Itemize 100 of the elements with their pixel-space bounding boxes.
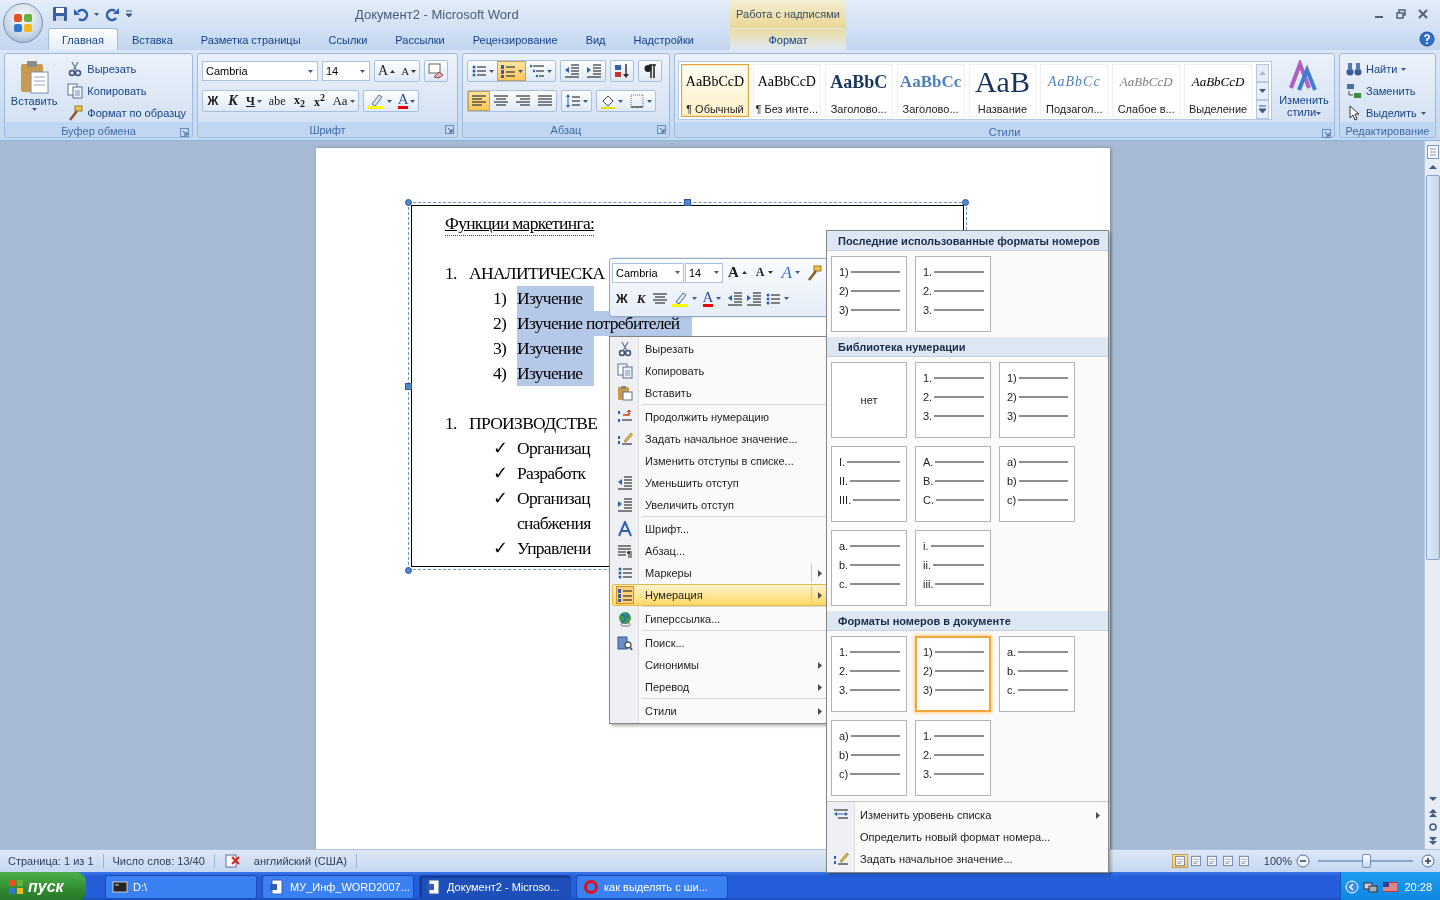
font-size-field[interactable]: 14 bbox=[322, 61, 370, 81]
number-format-tile[interactable]: a) b) c) bbox=[999, 446, 1075, 522]
menu-item[interactable]: Продолжить нумерацию bbox=[612, 406, 829, 428]
grow-font-button[interactable]: A bbox=[724, 261, 751, 284]
resize-handle[interactable] bbox=[684, 199, 691, 206]
caret-icon[interactable] bbox=[794, 271, 800, 274]
office-button[interactable] bbox=[3, 3, 43, 43]
close-icon[interactable] bbox=[1418, 9, 1428, 19]
style-item[interactable]: AaBbCc Заголово... bbox=[896, 64, 965, 117]
menu-item[interactable]: Уменьшить отступ bbox=[612, 472, 829, 494]
number-format-tile[interactable]: 1) 2) 3) bbox=[999, 362, 1075, 438]
caret-icon[interactable] bbox=[1401, 67, 1407, 71]
menu-item[interactable]: Задать начальное значение... bbox=[612, 428, 829, 450]
number-format-tile[interactable]: a. b. c. bbox=[831, 530, 907, 606]
menu-item[interactable]: Задать начальное значение... bbox=[827, 848, 1108, 870]
scrollbar-thumb[interactable] bbox=[1425, 175, 1440, 560]
caret-icon[interactable] bbox=[691, 297, 697, 300]
shrink-font-button[interactable]: A bbox=[751, 261, 777, 284]
style-item[interactable]: AaBbC Заголово... bbox=[824, 64, 893, 117]
zoom-out-icon[interactable] bbox=[1296, 854, 1310, 868]
ribbon-tab[interactable]: Рассылки bbox=[381, 28, 459, 50]
style-item[interactable]: AaBbCcD ¶ Без инте... bbox=[752, 64, 821, 117]
dialog-launcher-icon[interactable] bbox=[657, 125, 666, 134]
caret-icon[interactable] bbox=[308, 69, 313, 73]
font-name-field[interactable]: Cambria bbox=[202, 61, 318, 81]
italic-button[interactable]: К bbox=[223, 91, 243, 111]
dialog-launcher-icon[interactable] bbox=[1322, 129, 1331, 138]
caret-icon[interactable] bbox=[583, 99, 588, 103]
bold-button[interactable]: Ж bbox=[203, 91, 223, 111]
caret-icon[interactable] bbox=[647, 99, 652, 103]
caret-icon[interactable] bbox=[386, 99, 392, 103]
font-color-button[interactable]: A bbox=[698, 287, 726, 310]
number-format-tile[interactable]: 1. 2. 3. bbox=[831, 636, 907, 712]
menu-item[interactable]: Абзац... bbox=[612, 540, 829, 562]
ribbon-tab[interactable]: Вставка bbox=[117, 28, 187, 50]
subscript-button[interactable]: x$_{2}$ bbox=[289, 91, 310, 111]
ribbon-tab[interactable]: Надстройки bbox=[619, 28, 708, 50]
align-left-button[interactable] bbox=[468, 91, 490, 111]
taskbar-button[interactable]: как выделять с ши... bbox=[576, 875, 728, 899]
menu-item[interactable]: Перевод bbox=[612, 676, 829, 698]
caret-icon[interactable] bbox=[1420, 111, 1426, 115]
menu-item[interactable]: Увеличить отступ bbox=[612, 494, 829, 516]
ribbon-tab[interactable]: Вид bbox=[571, 28, 620, 50]
caret-icon[interactable] bbox=[256, 99, 262, 103]
undo-icon[interactable] bbox=[73, 6, 89, 22]
zoom-level[interactable]: 100% bbox=[1263, 855, 1292, 867]
number-format-tile[interactable]: a) b) c) bbox=[831, 720, 907, 796]
number-format-tile[interactable]: a. b. c. bbox=[999, 636, 1075, 712]
menu-item[interactable]: Определить новый формат номера... bbox=[827, 826, 1108, 848]
cut-button[interactable]: Вырезать bbox=[64, 60, 189, 78]
superscript-button[interactable]: x$^{2}$ bbox=[309, 91, 330, 111]
style-item[interactable]: AaB Название bbox=[968, 64, 1037, 117]
taskbar-button[interactable]: D:\ bbox=[105, 875, 257, 899]
spelling-status-icon[interactable] bbox=[223, 853, 240, 869]
change-case-button[interactable]: Aa bbox=[329, 91, 358, 111]
format-painter-button[interactable]: Формат по образцу bbox=[64, 104, 189, 122]
caret-icon[interactable] bbox=[94, 12, 99, 16]
gallery-down-icon[interactable] bbox=[1256, 82, 1269, 100]
menu-item[interactable]: Синонимы bbox=[612, 654, 829, 676]
menu-item[interactable]: Стили bbox=[612, 700, 829, 722]
style-item[interactable]: AaBbCc Подзагол... bbox=[1040, 64, 1109, 117]
caret-icon[interactable] bbox=[360, 69, 365, 73]
menu-item[interactable]: Нумерация bbox=[612, 584, 829, 606]
gallery-more-icon[interactable] bbox=[1256, 100, 1269, 119]
caret-icon[interactable] bbox=[618, 99, 623, 103]
font-name-field[interactable]: Cambria bbox=[612, 262, 684, 283]
menu-item[interactable]: Изменить уровень списка bbox=[827, 804, 1108, 826]
language-status[interactable]: английский (США) bbox=[253, 855, 347, 867]
styles-button[interactable]: A bbox=[777, 261, 804, 284]
menu-item[interactable]: Гиперссылка... bbox=[612, 608, 829, 630]
menu-item[interactable]: Шрифт... bbox=[612, 518, 829, 540]
replace-button[interactable]: Заменить bbox=[1343, 82, 1429, 100]
menu-item[interactable]: Вырезать bbox=[612, 338, 829, 360]
number-format-tile[interactable]: 1) 2) 3) bbox=[915, 636, 991, 712]
ribbon-tab[interactable]: Разметка страницы bbox=[186, 28, 315, 50]
caret-icon[interactable] bbox=[1316, 111, 1322, 115]
bold-button[interactable]: Ж bbox=[612, 287, 632, 310]
find-button[interactable]: Найти bbox=[1343, 60, 1429, 78]
ribbon-tab[interactable]: Формат bbox=[730, 28, 846, 50]
restore-icon[interactable] bbox=[1396, 9, 1406, 19]
customize-menu-icon[interactable] bbox=[125, 10, 133, 18]
paste-button[interactable]: Вставить bbox=[8, 57, 61, 121]
zoom-slider-thumb[interactable] bbox=[1361, 854, 1371, 868]
copy-button[interactable]: Копировать bbox=[64, 82, 189, 100]
ribbon-tab[interactable]: Рецензирование bbox=[458, 28, 572, 50]
resize-handle[interactable] bbox=[405, 199, 412, 206]
style-item[interactable]: AaBbCcD Слабое в... bbox=[1112, 64, 1181, 117]
start-button[interactable]: пуск bbox=[0, 872, 86, 900]
help-icon[interactable] bbox=[1419, 31, 1435, 47]
caret-icon[interactable] bbox=[716, 297, 722, 300]
shrink-font-button[interactable]: A bbox=[398, 61, 420, 81]
print-layout-icon[interactable] bbox=[1171, 854, 1188, 868]
style-item[interactable]: AaBbCcD ¶ Обычный bbox=[681, 64, 749, 117]
increase-indent-button[interactable] bbox=[745, 289, 764, 308]
ribbon-tab[interactable]: Главная bbox=[48, 28, 118, 50]
network-icon[interactable] bbox=[1363, 880, 1379, 894]
grow-font-button[interactable]: A bbox=[375, 61, 399, 81]
menu-item[interactable]: Вставить bbox=[612, 382, 829, 404]
font-color-button[interactable]: A bbox=[394, 91, 419, 111]
italic-button[interactable]: К bbox=[632, 287, 650, 310]
